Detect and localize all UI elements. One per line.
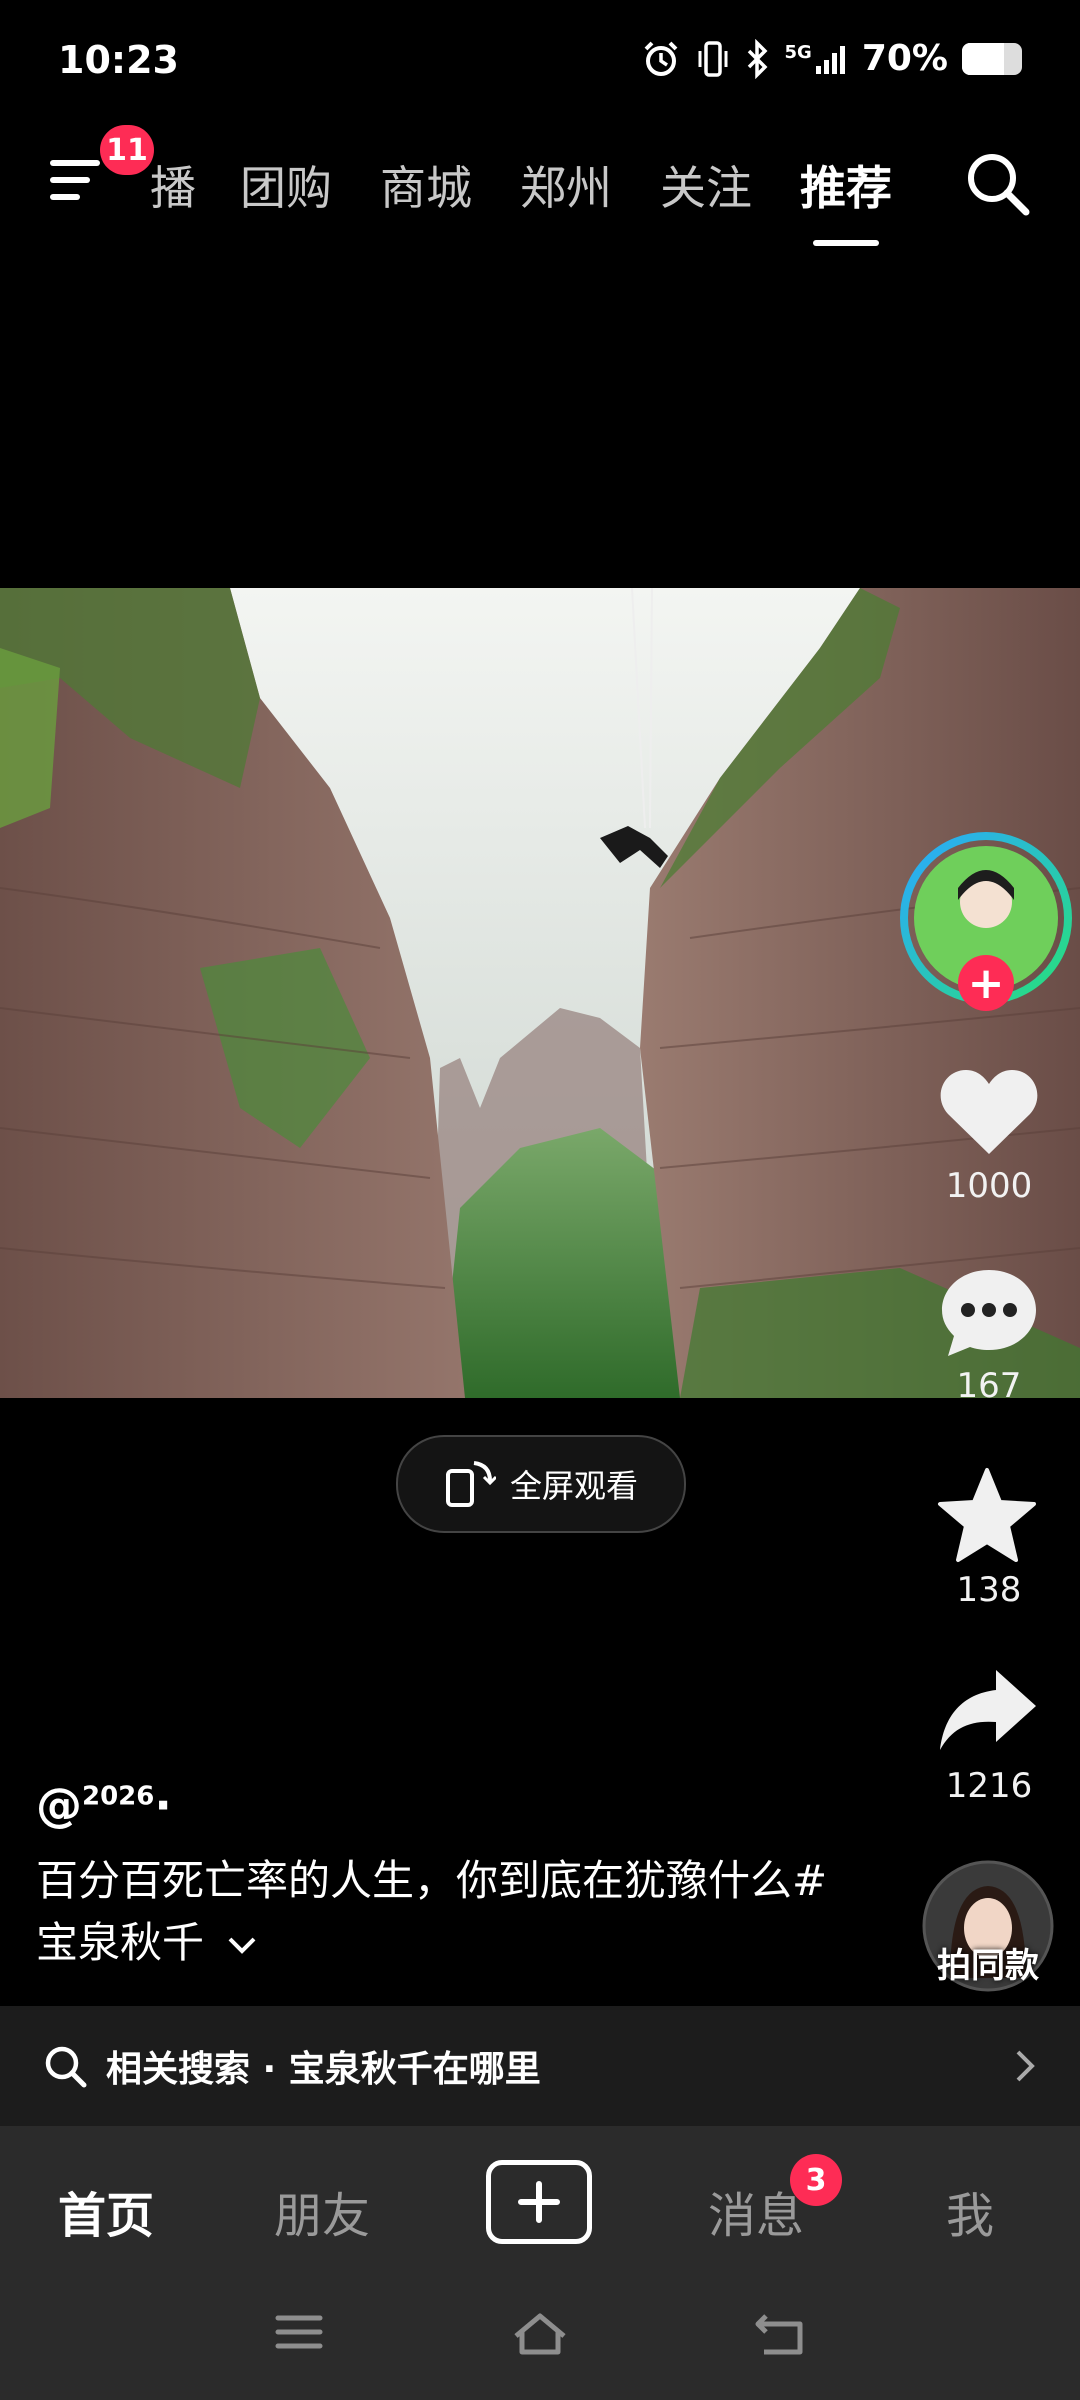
follow-button[interactable]: + [958, 955, 1014, 1011]
related-search-text: 相关搜索 · 宝泉秋千在哪里 [106, 2049, 541, 2090]
chevron-down-icon[interactable] [225, 1933, 259, 1957]
author-prefix: @ [36, 1778, 82, 1832]
network-type: 5G [784, 41, 812, 63]
menu-badge: 11 [100, 125, 154, 175]
search-icon [45, 2046, 87, 2088]
plus-icon [518, 2181, 560, 2223]
nav-friends[interactable]: 朋友 [252, 2176, 392, 2246]
comment-icon[interactable] [938, 1264, 1040, 1360]
fullscreen-button[interactable]: 全屏观看 [396, 1435, 686, 1533]
nav-me[interactable]: 我 [900, 2176, 1040, 2246]
battery-icon [962, 42, 1022, 75]
top-tabs: 播 团购 商城 郑州 关注 推荐 [150, 152, 940, 246]
related-search-bar[interactable]: 相关搜索 · 宝泉秋千在哪里 [0, 2006, 1080, 2126]
tab-recommend-label: 推荐 [800, 161, 892, 215]
author-superscript: 2026 [82, 1781, 155, 1812]
post-caption[interactable]: 百分百死亡率的人生，你到底在犹豫什么#宝泉秋千 [36, 1850, 856, 1974]
tab-zhengzhou[interactable]: 郑州 [520, 152, 612, 218]
caption-text: 百分百死亡率的人生，你到底在犹豫什么#宝泉秋千 [36, 1856, 828, 1967]
same-style-label[interactable]: 拍同款 [905, 1938, 1071, 1987]
alarm-icon [644, 41, 677, 76]
share-icon[interactable] [936, 1666, 1040, 1754]
chevron-right-icon [1016, 2050, 1035, 2082]
bluetooth-icon [747, 38, 767, 79]
messages-badge: 3 [790, 2154, 842, 2206]
author-suffix: · [154, 1778, 172, 1832]
tab-following[interactable]: 关注 [660, 152, 752, 218]
active-tab-indicator [813, 240, 879, 246]
like-icon[interactable] [938, 1066, 1040, 1158]
home-system-icon[interactable] [510, 2310, 570, 2358]
recents-icon[interactable] [274, 2310, 324, 2354]
favorite-count: 138 [956, 1570, 1022, 1610]
tab-live[interactable]: 播 [150, 152, 196, 218]
tab-mall[interactable]: 商城 [380, 152, 472, 218]
like-count: 1000 [945, 1166, 1033, 1206]
back-icon[interactable] [752, 2310, 806, 2358]
comment-count: 167 [956, 1366, 1022, 1406]
share-count: 1216 [945, 1766, 1033, 1806]
search-icon[interactable] [962, 148, 1032, 218]
tab-recommend[interactable]: 推荐 [800, 152, 892, 246]
rotate-screen-icon [445, 1461, 496, 1507]
status-time: 10:23 [58, 38, 179, 82]
battery-percent: 70% [861, 38, 948, 79]
vibrate-icon [698, 40, 728, 77]
nav-home[interactable]: 首页 [36, 2176, 176, 2246]
favorite-star-icon[interactable] [936, 1466, 1038, 1564]
author-name[interactable]: @2026· [36, 1778, 172, 1832]
status-icons: 5G 70% [641, 38, 1022, 79]
signal-icon [815, 45, 845, 74]
create-button[interactable] [486, 2160, 592, 2244]
tab-group-buy[interactable]: 团购 [240, 152, 332, 218]
fullscreen-label: 全屏观看 [509, 1467, 638, 1505]
